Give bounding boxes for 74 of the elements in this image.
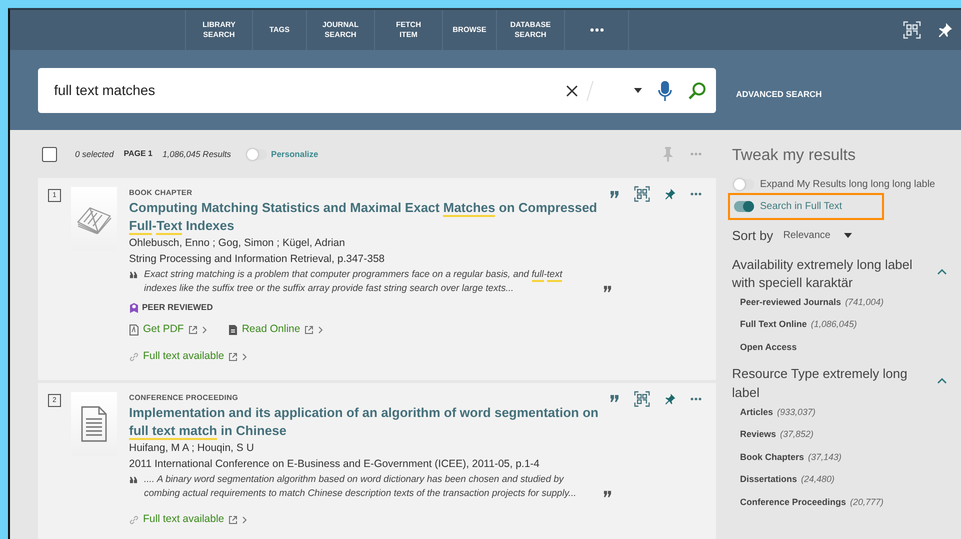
select-all-checkbox[interactable] (42, 146, 57, 162)
external-link-icon (304, 324, 314, 335)
facet-title[interactable]: Availability extremely long label with speciell karaktär (732, 256, 932, 292)
toggle-label[interactable]: Expand My Results long long long lable (760, 177, 936, 192)
close-icon[interactable] (566, 84, 578, 96)
qr-code-icon[interactable] (634, 186, 650, 202)
toggle-switch[interactable] (734, 179, 754, 190)
access-link[interactable]: Read Online (228, 322, 324, 338)
facet-option[interactable]: Peer-reviewed Journals (741,004) (740, 292, 961, 314)
peer-reviewed-label: PEER REVIEWED (142, 301, 213, 314)
toggle-switch[interactable] (734, 201, 754, 212)
results-count: 1,086,045 Results (162, 148, 232, 160)
more-icon[interactable] (690, 192, 702, 196)
facet-option[interactable]: Articles (933,037) (740, 402, 961, 424)
chevron-up-icon[interactable] (937, 268, 947, 274)
facet-option[interactable]: Open Access (740, 336, 961, 360)
toggle-label[interactable]: Search in Full Text (760, 199, 842, 214)
quote-close-icon (603, 285, 612, 294)
quote-icon[interactable] (609, 190, 620, 198)
sidebar-title: Tweak my results (732, 146, 857, 166)
facet-option[interactable]: Full Text Online (1,086,045) (740, 314, 961, 337)
document-icon (228, 324, 238, 336)
pin-icon[interactable] (664, 392, 676, 406)
result-title[interactable]: Computing Matching Statistics and Maximal Exact Matches on Compressed Full-Text Indexes (129, 199, 612, 234)
chain-link-icon (129, 352, 139, 362)
full-text-link[interactable]: Full text available (129, 512, 248, 528)
chain-link-icon (129, 515, 139, 526)
access-link[interactable]: Get PDF (129, 322, 208, 338)
sort-label: Sort by (732, 227, 774, 245)
facet-title[interactable]: Resource Type extremely long label (732, 365, 932, 402)
selected-count: 0 selected (75, 148, 114, 160)
result-title[interactable]: Implementation and its application of an algorithm of word segmentation on full text match in Chinese (129, 404, 612, 440)
more-icon[interactable] (590, 28, 604, 32)
peer-reviewed-icon (129, 302, 139, 314)
authors: Ohlebusch, Enno ; Gog, Simon ; Kügel, Adrian (129, 236, 346, 252)
advanced-search-link[interactable]: ADVANCED SEARCH (736, 88, 822, 101)
sort-dropdown[interactable]: Relevance (783, 228, 852, 244)
divider-slash-icon (586, 80, 594, 102)
microphone-icon[interactable] (658, 80, 672, 102)
search-field[interactable]: full text matches (38, 68, 716, 113)
caret-icon[interactable] (634, 88, 642, 93)
external-link-icon (228, 352, 238, 362)
quote-icon[interactable] (609, 394, 620, 404)
chevron-right-icon (242, 352, 248, 361)
more-icon[interactable] (690, 396, 702, 401)
quote-close-icon (603, 490, 612, 498)
quote-open-icon (129, 476, 138, 484)
facet-option[interactable]: Conference Proceedings (20,777) (740, 492, 961, 514)
pin-icon[interactable] (937, 22, 953, 38)
chevron-right-icon (202, 326, 208, 334)
snippet-text: Exact string matching is a problem that computer programmers face on a regular basis, and full-text indexes like the suffix tree or the suffix array provide fast string search over large texts... (144, 268, 564, 296)
pin-icon[interactable] (664, 187, 676, 201)
qr-code-icon[interactable] (634, 390, 650, 407)
pdf-file-icon (129, 324, 139, 336)
chevron-right-icon (242, 516, 248, 524)
full-text-link[interactable]: Full text available (129, 348, 248, 365)
facet-option[interactable]: Book Chapters (37,143) (740, 446, 961, 470)
caret-icon (844, 233, 852, 238)
page-label: PAGE 1 (124, 148, 152, 160)
chevron-up-icon[interactable] (937, 377, 947, 384)
search-input[interactable]: full text matches (52, 79, 566, 102)
source: String Processing and Information Retrieval, p.347-358 (129, 252, 386, 268)
external-link-icon (188, 324, 198, 335)
authors: Huifang, M A ; Houqin, S U (129, 441, 255, 456)
chevron-right-icon (318, 326, 324, 334)
snippet-text: .... A binary word segmentation algorithm based on word dictionary has been chosen and studied by combing actual requirements to match Chinese description texts of the transaction projects for supply... (144, 472, 578, 501)
document-icon (80, 406, 108, 442)
search-icon[interactable] (688, 82, 706, 100)
facet-option[interactable]: Reviews (37,852) (740, 424, 961, 447)
facet-option[interactable]: Dissertations (24,480) (740, 469, 961, 492)
personalize-toggle[interactable] (247, 148, 268, 160)
quote-open-icon (129, 270, 138, 279)
source: 2011 International Conference on E-Business and E-Government (ICEE), 2011-05, p.1-4 (129, 456, 541, 472)
external-link-icon (228, 515, 238, 526)
